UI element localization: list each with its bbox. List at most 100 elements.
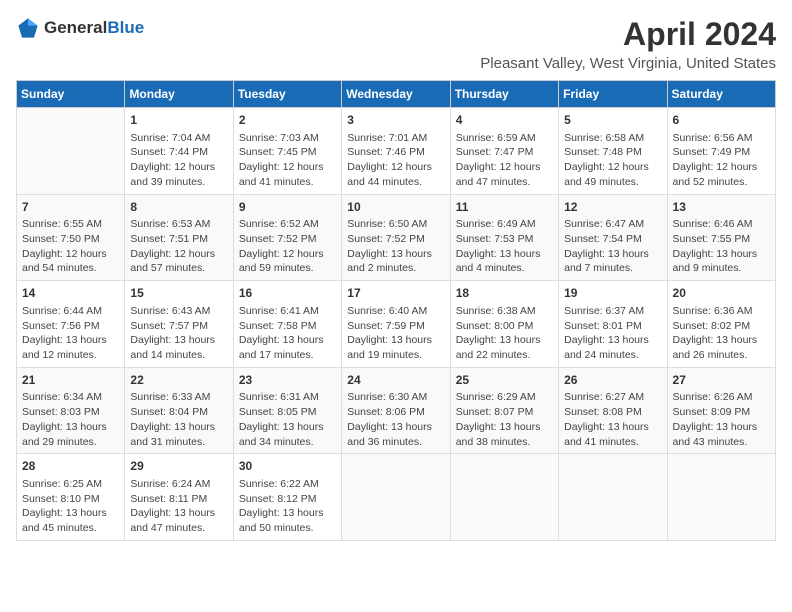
calendar-cell	[559, 454, 667, 541]
day-number: 7	[22, 199, 119, 216]
calendar-cell: 26Sunrise: 6:27 AM Sunset: 8:08 PM Dayli…	[559, 367, 667, 454]
day-number: 29	[130, 458, 227, 475]
cell-content: Sunrise: 7:01 AM Sunset: 7:46 PM Dayligh…	[347, 131, 444, 190]
cell-content: Sunrise: 6:38 AM Sunset: 8:00 PM Dayligh…	[456, 304, 553, 363]
day-number: 23	[239, 372, 336, 389]
cell-content: Sunrise: 6:44 AM Sunset: 7:56 PM Dayligh…	[22, 304, 119, 363]
day-number: 13	[673, 199, 770, 216]
day-number: 6	[673, 112, 770, 129]
col-header-wednesday: Wednesday	[342, 81, 450, 108]
calendar-cell: 6 Sunrise: 6:56 AM Sunset: 7:49 PM Daylig…	[667, 108, 775, 195]
day-number: 15	[130, 285, 227, 302]
day-number: 26	[564, 372, 661, 389]
week-row-4: 21Sunrise: 6:34 AM Sunset: 8:03 PM Dayli…	[17, 367, 776, 454]
cell-content: Sunrise: 7:04 AM Sunset: 7:44 PM Dayligh…	[130, 131, 227, 190]
day-number: 19	[564, 285, 661, 302]
col-header-friday: Friday	[559, 81, 667, 108]
week-row-1: 1 Sunrise: 7:04 AM Sunset: 7:44 PM Daylig…	[17, 108, 776, 195]
day-number: 3	[347, 112, 444, 129]
calendar-cell: 19 Sunrise: 6:37 AM Sunset: 8:01 PM Dayli…	[559, 281, 667, 368]
week-row-5: 28 Sunrise: 6:25 AM Sunset: 8:10 PM Dayli…	[17, 454, 776, 541]
day-number: 30	[239, 458, 336, 475]
cell-content: Sunrise: 6:47 AM Sunset: 7:54 PM Dayligh…	[564, 217, 661, 276]
col-header-monday: Monday	[125, 81, 233, 108]
calendar-cell	[667, 454, 775, 541]
cell-content: Sunrise: 6:24 AM Sunset: 8:11 PM Dayligh…	[130, 477, 227, 536]
day-number: 14	[22, 285, 119, 302]
col-header-tuesday: Tuesday	[233, 81, 341, 108]
day-number: 22	[130, 372, 227, 389]
logo-icon	[16, 16, 40, 40]
cell-content: Sunrise: 6:29 AM Sunset: 8:07 PM Dayligh…	[456, 390, 553, 449]
col-header-saturday: Saturday	[667, 81, 775, 108]
calendar-cell: 3 Sunrise: 7:01 AM Sunset: 7:46 PM Daylig…	[342, 108, 450, 195]
day-number: 10	[347, 199, 444, 216]
cell-content: Sunrise: 6:31 AM Sunset: 8:05 PM Dayligh…	[239, 390, 336, 449]
calendar-cell: 10Sunrise: 6:50 AM Sunset: 7:52 PM Dayli…	[342, 194, 450, 281]
cell-content: Sunrise: 6:53 AM Sunset: 7:51 PM Dayligh…	[130, 217, 227, 276]
calendar-cell: 30Sunrise: 6:22 AM Sunset: 8:12 PM Dayli…	[233, 454, 341, 541]
col-header-sunday: Sunday	[17, 81, 125, 108]
calendar-cell	[342, 454, 450, 541]
cell-content: Sunrise: 6:59 AM Sunset: 7:47 PM Dayligh…	[456, 131, 553, 190]
cell-content: Sunrise: 6:46 AM Sunset: 7:55 PM Dayligh…	[673, 217, 770, 276]
day-number: 12	[564, 199, 661, 216]
calendar-cell: 1 Sunrise: 7:04 AM Sunset: 7:44 PM Daylig…	[125, 108, 233, 195]
cell-content: Sunrise: 6:41 AM Sunset: 7:58 PM Dayligh…	[239, 304, 336, 363]
calendar-cell: 17 Sunrise: 6:40 AM Sunset: 7:59 PM Dayli…	[342, 281, 450, 368]
subtitle: Pleasant Valley, West Virginia, United S…	[480, 55, 776, 72]
cell-content: Sunrise: 6:50 AM Sunset: 7:52 PM Dayligh…	[347, 217, 444, 276]
cell-content: Sunrise: 6:37 AM Sunset: 8:01 PM Dayligh…	[564, 304, 661, 363]
cell-content: Sunrise: 6:36 AM Sunset: 8:02 PM Dayligh…	[673, 304, 770, 363]
day-number: 11	[456, 199, 553, 216]
cell-content: Sunrise: 6:33 AM Sunset: 8:04 PM Dayligh…	[130, 390, 227, 449]
calendar-cell: 23Sunrise: 6:31 AM Sunset: 8:05 PM Dayli…	[233, 367, 341, 454]
calendar-cell: 22Sunrise: 6:33 AM Sunset: 8:04 PM Dayli…	[125, 367, 233, 454]
cell-content: Sunrise: 6:58 AM Sunset: 7:48 PM Dayligh…	[564, 131, 661, 190]
day-number: 20	[673, 285, 770, 302]
col-header-thursday: Thursday	[450, 81, 558, 108]
calendar-cell: 13Sunrise: 6:46 AM Sunset: 7:55 PM Dayli…	[667, 194, 775, 281]
calendar-cell	[17, 108, 125, 195]
calendar-cell: 21Sunrise: 6:34 AM Sunset: 8:03 PM Dayli…	[17, 367, 125, 454]
page-header: GeneralBlue April 2024 Pleasant Valley, …	[16, 16, 776, 72]
calendar-cell: 5 Sunrise: 6:58 AM Sunset: 7:48 PM Daylig…	[559, 108, 667, 195]
calendar-cell: 27Sunrise: 6:26 AM Sunset: 8:09 PM Dayli…	[667, 367, 775, 454]
cell-content: Sunrise: 6:27 AM Sunset: 8:08 PM Dayligh…	[564, 390, 661, 449]
day-number: 25	[456, 372, 553, 389]
cell-content: Sunrise: 6:34 AM Sunset: 8:03 PM Dayligh…	[22, 390, 119, 449]
calendar-cell: 14 Sunrise: 6:44 AM Sunset: 7:56 PM Dayli…	[17, 281, 125, 368]
day-number: 24	[347, 372, 444, 389]
calendar-cell: 29 Sunrise: 6:24 AM Sunset: 8:11 PM Dayli…	[125, 454, 233, 541]
day-number: 1	[130, 112, 227, 129]
calendar-cell: 4 Sunrise: 6:59 AM Sunset: 7:47 PM Daylig…	[450, 108, 558, 195]
cell-content: Sunrise: 6:30 AM Sunset: 8:06 PM Dayligh…	[347, 390, 444, 449]
day-number: 8	[130, 199, 227, 216]
logo-general: GeneralBlue	[44, 18, 144, 38]
cell-content: Sunrise: 6:49 AM Sunset: 7:53 PM Dayligh…	[456, 217, 553, 276]
main-title: April 2024	[480, 16, 776, 53]
cell-content: Sunrise: 6:43 AM Sunset: 7:57 PM Dayligh…	[130, 304, 227, 363]
calendar-cell: 12Sunrise: 6:47 AM Sunset: 7:54 PM Dayli…	[559, 194, 667, 281]
day-number: 21	[22, 372, 119, 389]
logo: GeneralBlue	[16, 16, 144, 40]
day-number: 5	[564, 112, 661, 129]
cell-content: Sunrise: 6:26 AM Sunset: 8:09 PM Dayligh…	[673, 390, 770, 449]
calendar-cell: 11Sunrise: 6:49 AM Sunset: 7:53 PM Dayli…	[450, 194, 558, 281]
cell-content: Sunrise: 6:25 AM Sunset: 8:10 PM Dayligh…	[22, 477, 119, 536]
cell-content: Sunrise: 6:40 AM Sunset: 7:59 PM Dayligh…	[347, 304, 444, 363]
cell-content: Sunrise: 6:56 AM Sunset: 7:49 PM Dayligh…	[673, 131, 770, 190]
day-number: 4	[456, 112, 553, 129]
day-number: 28	[22, 458, 119, 475]
title-block: April 2024 Pleasant Valley, West Virgini…	[480, 16, 776, 72]
calendar-cell: 15 Sunrise: 6:43 AM Sunset: 7:57 PM Dayli…	[125, 281, 233, 368]
calendar-table: SundayMondayTuesdayWednesdayThursdayFrid…	[16, 80, 776, 541]
day-number: 2	[239, 112, 336, 129]
day-number: 18	[456, 285, 553, 302]
week-row-3: 14 Sunrise: 6:44 AM Sunset: 7:56 PM Dayli…	[17, 281, 776, 368]
calendar-cell	[450, 454, 558, 541]
cell-content: Sunrise: 6:55 AM Sunset: 7:50 PM Dayligh…	[22, 217, 119, 276]
calendar-cell: 2Sunrise: 7:03 AM Sunset: 7:45 PM Daylig…	[233, 108, 341, 195]
day-number: 9	[239, 199, 336, 216]
day-number: 17	[347, 285, 444, 302]
